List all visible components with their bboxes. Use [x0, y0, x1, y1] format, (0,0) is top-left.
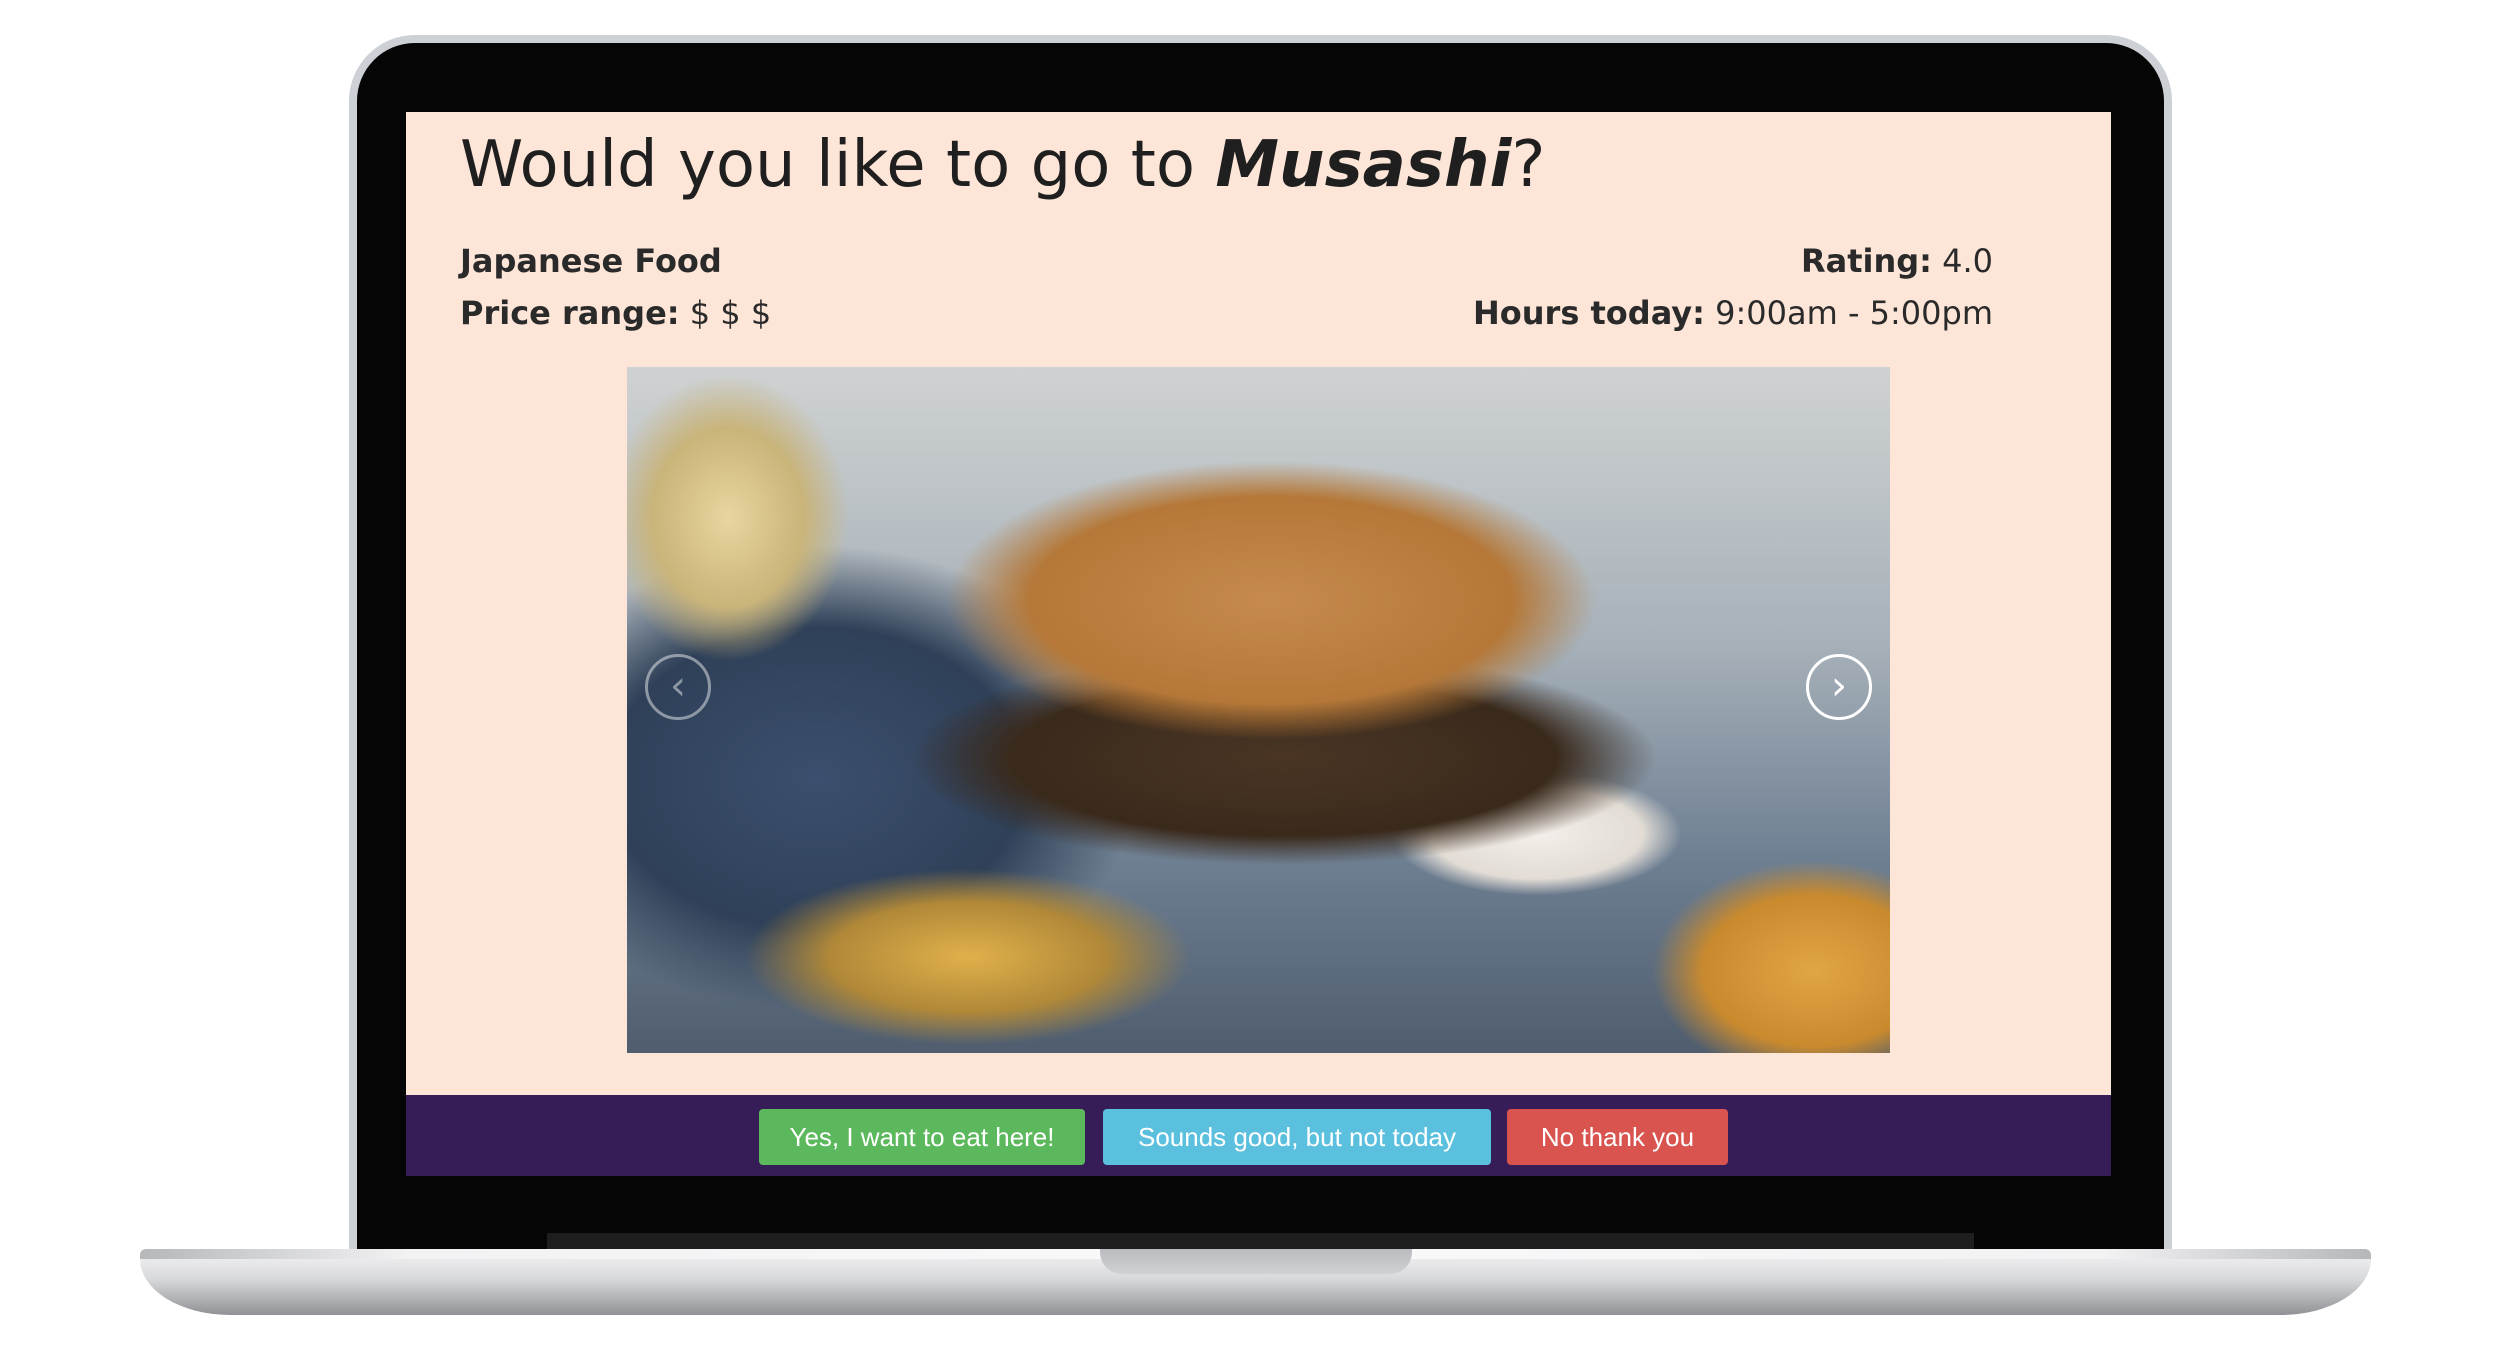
cuisine-label: Japanese Food [460, 242, 722, 280]
hours-label: Hours today: [1472, 294, 1705, 332]
restaurant-card: Would you like to go to Musashi? Japanes… [406, 112, 2111, 1095]
chevron-left-icon[interactable]: ‹ [645, 654, 711, 720]
rating: Rating: 4.0 [1801, 242, 1993, 280]
base-notch [1100, 1249, 1412, 1274]
no-button[interactable]: No thank you [1507, 1109, 1728, 1165]
price-range-value: $ $ $ [689, 294, 772, 332]
price-range-label: Price range: [460, 294, 680, 332]
price-range: Price range: $ $ $ [460, 294, 771, 332]
rating-label: Rating: [1800, 242, 1932, 280]
app-screen: Would you like to go to Musashi? Japanes… [406, 112, 2111, 1176]
rating-value: 4.0 [1942, 242, 1993, 280]
restaurant-name: Musashi [1215, 128, 1512, 202]
chevron-right-icon[interactable]: › [1806, 654, 1872, 720]
cuisine-text: Japanese Food [460, 242, 722, 280]
maybe-button[interactable]: Sounds good, but not today [1103, 1109, 1491, 1165]
hours-value: 9:00am - 5:00pm [1715, 294, 1993, 332]
laptop-base [140, 1249, 2371, 1315]
title-prefix: Would you like to go to [460, 128, 1216, 202]
action-bar: Yes, I want to eat here! Sounds good, bu… [406, 1095, 2111, 1176]
laptop-mockup: Would you like to go to Musashi? Japanes… [0, 0, 2500, 1346]
page-title: Would you like to go to Musashi? [460, 128, 1545, 202]
hours-today: Hours today: 9:00am - 5:00pm [1473, 294, 1993, 332]
food-photo-carousel: ‹ › [627, 367, 1890, 1053]
yes-button[interactable]: Yes, I want to eat here! [759, 1109, 1085, 1165]
title-suffix: ? [1511, 128, 1546, 202]
